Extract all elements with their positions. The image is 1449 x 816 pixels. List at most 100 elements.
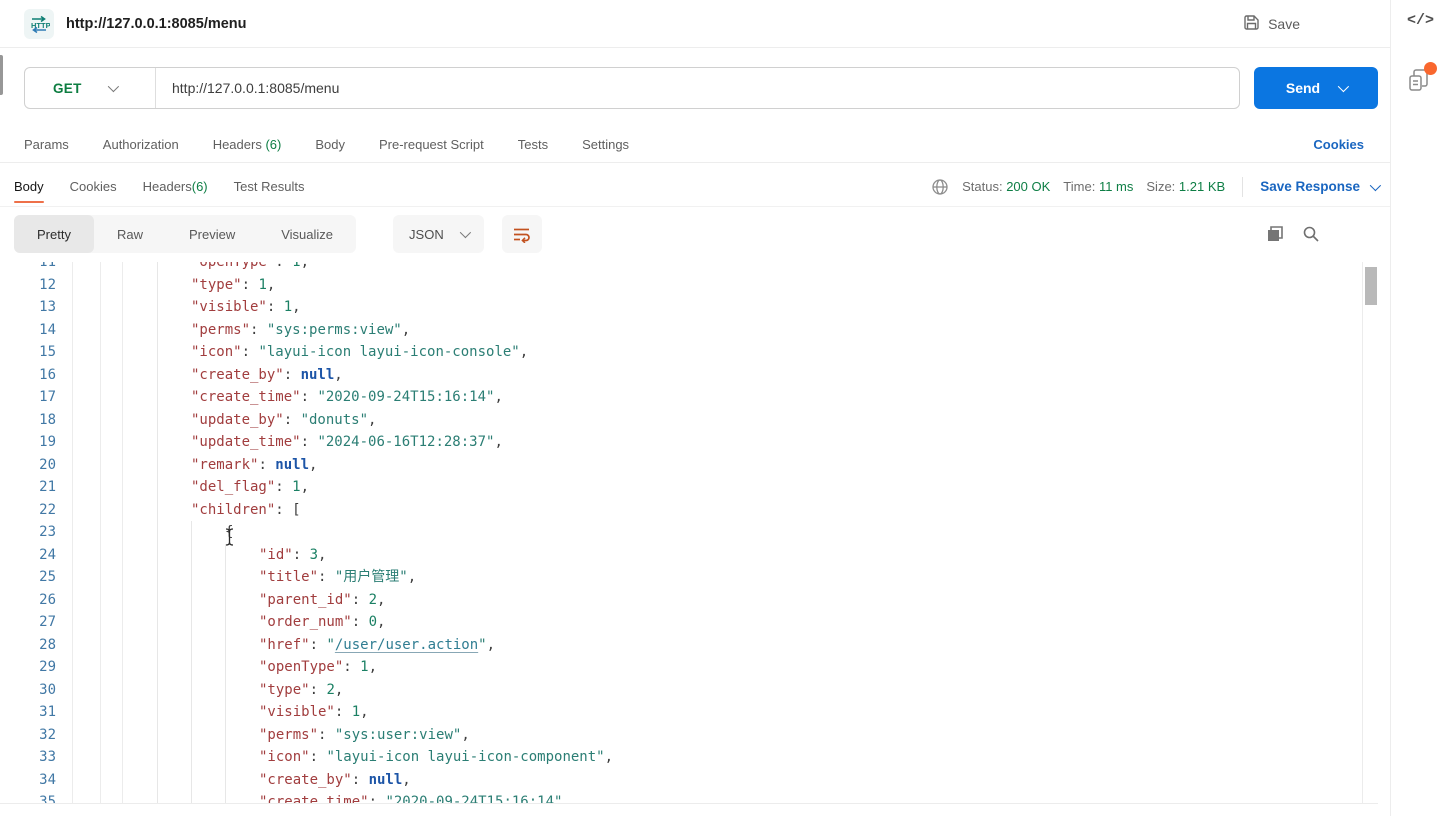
json-token-punc: , (402, 769, 410, 792)
fold-gutter[interactable] (73, 476, 101, 499)
line-number: 32 (0, 724, 73, 747)
fold-gutter[interactable] (73, 409, 101, 432)
indent-guide (123, 521, 157, 544)
indent-guide (157, 274, 191, 297)
json-token-key: "openType" (259, 656, 343, 679)
json-token-punc: : (242, 341, 259, 364)
fold-gutter[interactable] (73, 364, 101, 387)
line-number: 22 (0, 499, 73, 522)
json-token-str: "donuts" (301, 409, 368, 432)
request-tab-settings[interactable]: Settings (582, 137, 629, 152)
view-tab-pretty[interactable]: Pretty (14, 215, 94, 253)
sidebar-collapse-handle[interactable] (0, 55, 3, 95)
json-token-str: "用户管理" (335, 566, 408, 589)
wrap-text-button[interactable] (502, 215, 542, 253)
response-tabs: BodyCookiesHeaders (6)Test Results Statu… (0, 167, 1390, 207)
fold-gutter[interactable] (73, 262, 101, 274)
view-tab-preview[interactable]: Preview (166, 215, 258, 253)
fold-gutter[interactable] (73, 746, 101, 769)
scrollbar-thumb[interactable] (1365, 267, 1377, 305)
fold-gutter[interactable] (73, 454, 101, 477)
response-body-code[interactable]: 11"openType": 1,12"type": 1,13"visible":… (0, 262, 1362, 803)
json-token-punc: : (310, 679, 327, 702)
indent-guide (191, 544, 225, 567)
indent-guide (157, 544, 191, 567)
indent-guide (191, 521, 225, 544)
response-tab-cookies[interactable]: Cookies (70, 167, 117, 206)
fold-gutter[interactable] (73, 589, 101, 612)
search-icon[interactable] (1302, 225, 1320, 243)
code-snippet-icon[interactable]: </> (1391, 12, 1449, 29)
json-token-str: "2024-06-16T12:28:37" (317, 431, 494, 454)
view-tab-visualize[interactable]: Visualize (258, 215, 356, 253)
fold-gutter[interactable] (73, 386, 101, 409)
indent-guide (157, 319, 191, 342)
fold-gutter[interactable] (73, 341, 101, 364)
gutter (101, 544, 123, 567)
fold-gutter[interactable] (73, 679, 101, 702)
indent-guide (123, 791, 157, 803)
fold-gutter[interactable] (73, 791, 101, 803)
fold-gutter[interactable] (73, 634, 101, 657)
fold-gutter[interactable] (73, 499, 101, 522)
gutter (101, 611, 123, 634)
request-tab-headers[interactable]: Headers (6) (213, 137, 282, 152)
json-link-value[interactable]: /user/user.action (335, 634, 478, 657)
fold-gutter[interactable] (73, 769, 101, 792)
code-line: 31"visible": 1, (0, 701, 1362, 724)
fold-gutter[interactable] (73, 431, 101, 454)
request-tab-pre-request-script[interactable]: Pre-request Script (379, 137, 484, 152)
fold-gutter[interactable] (73, 521, 101, 544)
fold-gutter[interactable] (73, 724, 101, 747)
view-tab-raw[interactable]: Raw (94, 215, 166, 253)
json-token-punc: : (258, 454, 275, 477)
indent-guide (157, 409, 191, 432)
json-token-num: 2 (326, 679, 334, 702)
fold-gutter[interactable] (73, 701, 101, 724)
fold-gutter[interactable] (73, 566, 101, 589)
method-select[interactable]: GET (25, 68, 156, 108)
json-token-punc: , (267, 274, 275, 297)
request-tab-body[interactable]: Body (315, 137, 345, 152)
save-response-button[interactable]: Save Response (1260, 179, 1378, 194)
line-number: 24 (0, 544, 73, 567)
json-token-num: 1 (352, 701, 360, 724)
fold-gutter[interactable] (73, 544, 101, 567)
horizontal-scrollbar[interactable] (0, 803, 1378, 816)
fold-gutter[interactable] (73, 274, 101, 297)
indent-guide (157, 341, 191, 364)
response-tab-headers[interactable]: Headers (6) (143, 167, 208, 206)
fold-gutter[interactable] (73, 611, 101, 634)
fold-gutter[interactable] (73, 656, 101, 679)
request-tab-authorization[interactable]: Authorization (103, 137, 179, 152)
format-select[interactable]: JSON (393, 215, 484, 253)
copy-icon[interactable] (1266, 225, 1284, 243)
json-token-punc: , (402, 319, 410, 342)
cookies-link[interactable]: Cookies (1313, 137, 1364, 152)
indent-guide (123, 409, 157, 432)
save-button[interactable]: Save (1243, 0, 1300, 48)
indent-guide (123, 319, 157, 342)
save-label: Save (1268, 16, 1300, 32)
indent-guide (225, 701, 259, 724)
gutter (101, 274, 123, 297)
indent-guide (123, 262, 157, 274)
json-token-punc: : (369, 791, 386, 803)
fold-gutter[interactable] (73, 296, 101, 319)
send-button[interactable]: Send (1254, 67, 1378, 109)
fold-gutter[interactable] (73, 319, 101, 342)
inspector-icon[interactable] (1406, 68, 1432, 103)
response-tab-body[interactable]: Body (14, 167, 44, 206)
url-input[interactable] (156, 68, 1239, 108)
json-token-punc: : (310, 746, 327, 769)
vertical-scrollbar[interactable] (1362, 262, 1378, 803)
request-tab-tests[interactable]: Tests (518, 137, 548, 152)
response-tab-test-results[interactable]: Test Results (234, 167, 305, 206)
indent-guide (191, 746, 225, 769)
json-token-punc: , (605, 746, 613, 769)
request-tab-params[interactable]: Params (24, 137, 69, 152)
json-token-punc: , (377, 611, 385, 634)
gutter (101, 634, 123, 657)
json-token-punc: , (377, 589, 385, 612)
line-number: 30 (0, 679, 73, 702)
